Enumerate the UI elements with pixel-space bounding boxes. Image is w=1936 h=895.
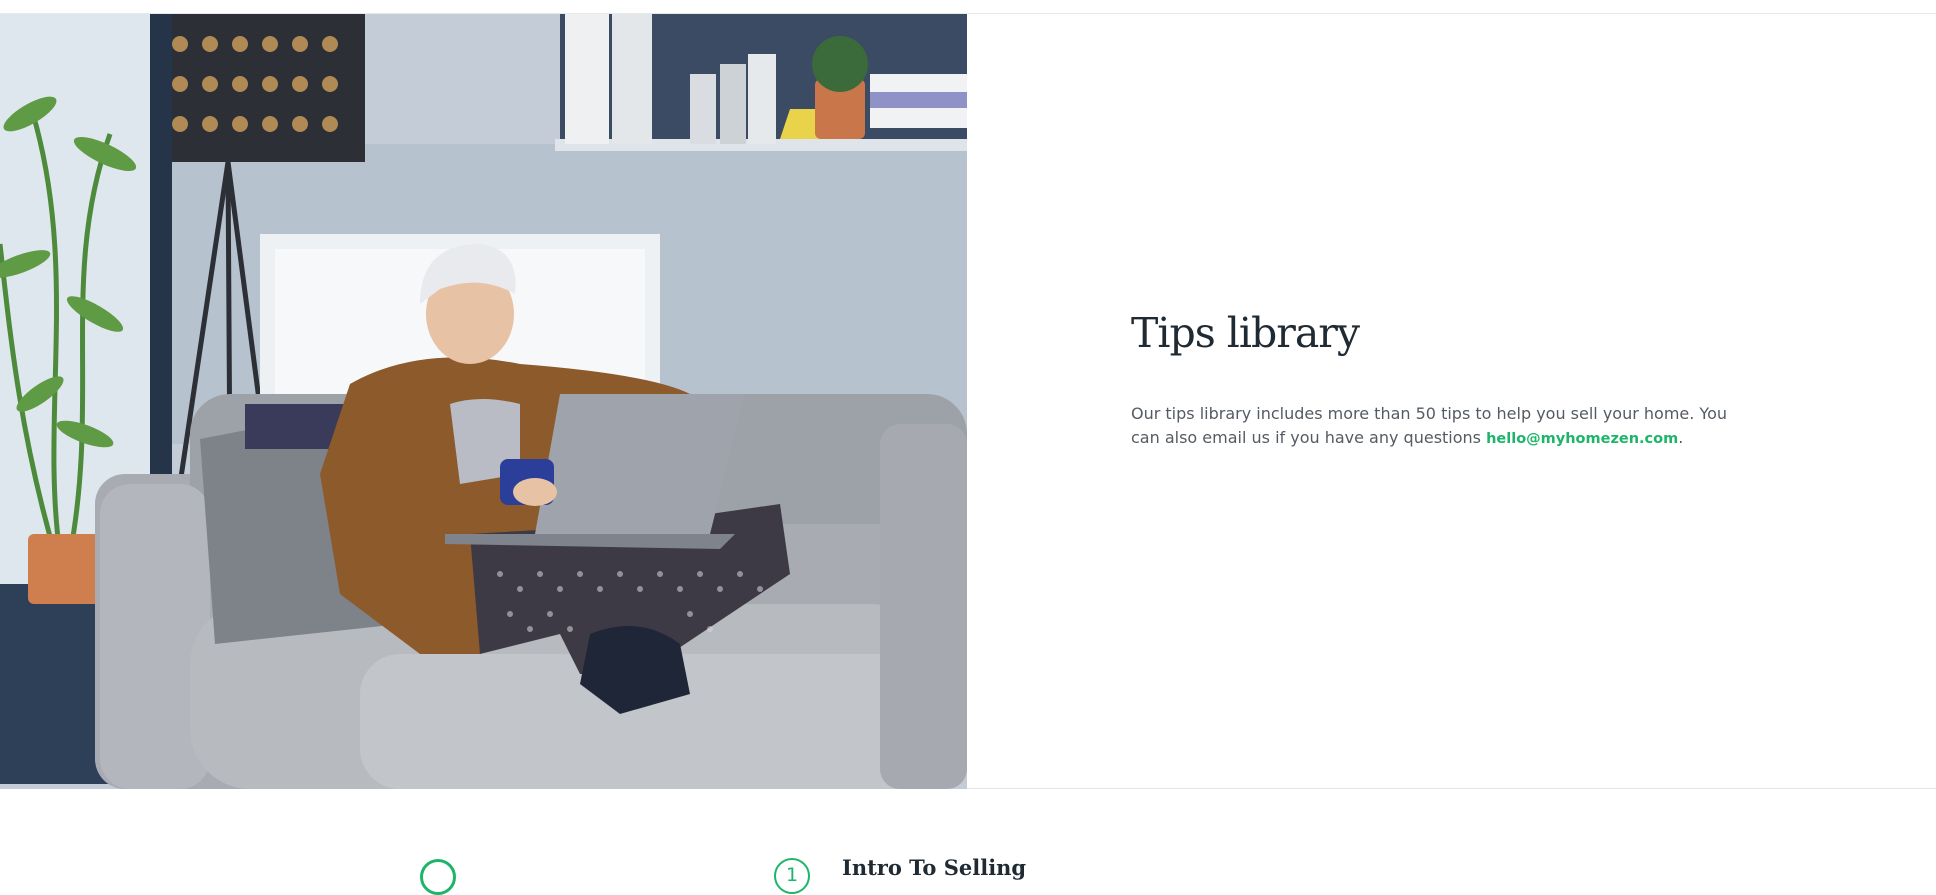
step-circle-icon — [420, 859, 456, 895]
contact-email-link[interactable]: hello@myhomezen.com — [1486, 431, 1678, 447]
tips-library-hero: Tips library Our tips library includes m… — [0, 14, 1936, 789]
step-number-icon: 1 — [774, 858, 810, 894]
hero-copy: Tips library Our tips library includes m… — [1131, 309, 1751, 451]
page-title: Tips library — [1131, 309, 1360, 357]
top-border — [0, 0, 1936, 14]
hero-description-end: . — [1678, 428, 1684, 447]
steps-section: 1 Intro To Selling — [0, 790, 1936, 895]
hero-photo — [0, 14, 967, 789]
hero-description: Our tips library includes more than 50 t… — [1131, 402, 1751, 451]
step-title[interactable]: Intro To Selling — [842, 855, 1026, 880]
